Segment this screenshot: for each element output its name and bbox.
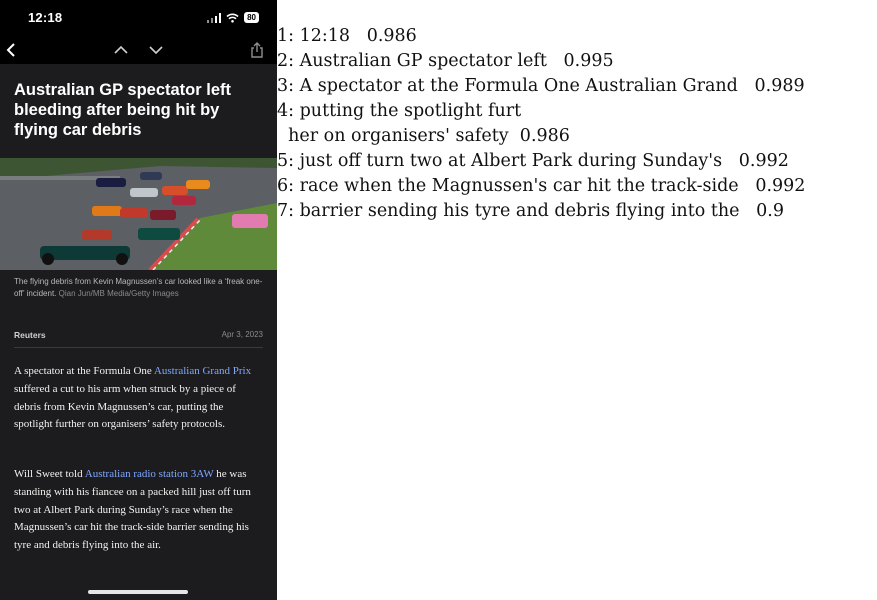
byline-row: Reuters Apr 3, 2023 [14, 328, 263, 348]
paragraph-text: suffered a cut to his arm when struck by… [14, 382, 236, 431]
article-link[interactable]: Australian Grand Prix [154, 365, 251, 377]
ocr-line: 5: just off turn two at Albert Park duri… [277, 151, 789, 171]
ocr-results-panel: 1: 12:18 0.986 2: Australian GP spectato… [277, 0, 877, 600]
article-headline: Australian GP spectator left bleeding af… [14, 81, 232, 139]
share-icon[interactable] [247, 40, 267, 60]
paragraph-text: he was standing with his fiancee on a pa… [14, 468, 251, 552]
status-bar: 12:18 80 [0, 0, 277, 36]
status-time: 12:18 [28, 10, 63, 25]
chevron-left-icon[interactable] [2, 40, 22, 60]
ocr-line: 4: putting the spotlight furt [277, 101, 522, 121]
home-indicator[interactable] [88, 590, 188, 594]
chevron-up-icon[interactable] [111, 40, 131, 60]
source-label[interactable]: Reuters [14, 330, 46, 340]
hero-image [0, 158, 277, 270]
battery-indicator: 80 [244, 12, 259, 23]
article-paragraph: A spectator at the Formula One Australia… [14, 363, 264, 434]
status-icons: 80 [206, 12, 259, 23]
caption-credit: Qian Jun/MB Media/Getty Images [58, 289, 179, 298]
ocr-line: 2: Australian GP spectator left 0.995 [277, 51, 614, 71]
ocr-line: 6: race when the Magnussen's car hit the… [277, 176, 806, 196]
article-link[interactable]: Australian radio station 3AW [85, 468, 214, 480]
navigation-bar [0, 36, 277, 64]
image-caption: The flying debris from Kevin Magnussen’s… [14, 276, 264, 300]
ocr-line: 1: 12:18 0.986 [277, 26, 417, 46]
ocr-line: her on organisers' safety 0.986 [277, 126, 570, 146]
cellular-signal-icon [206, 12, 222, 23]
article-paragraph: Will Sweet told Australian radio station… [14, 466, 264, 555]
paragraph-text: Will Sweet told [14, 468, 85, 480]
ocr-line: 7: barrier sending his tyre and debris f… [277, 201, 785, 221]
wifi-icon [226, 13, 239, 23]
chevron-down-icon[interactable] [146, 40, 166, 60]
news-article-screenshot: 12:18 80 Australian GP spectator left bl… [0, 0, 277, 600]
publish-date: Apr 3, 2023 [221, 330, 263, 339]
ocr-line: 3: A spectator at the Formula One Austra… [277, 76, 805, 96]
paragraph-text: A spectator at the Formula One [14, 365, 154, 377]
